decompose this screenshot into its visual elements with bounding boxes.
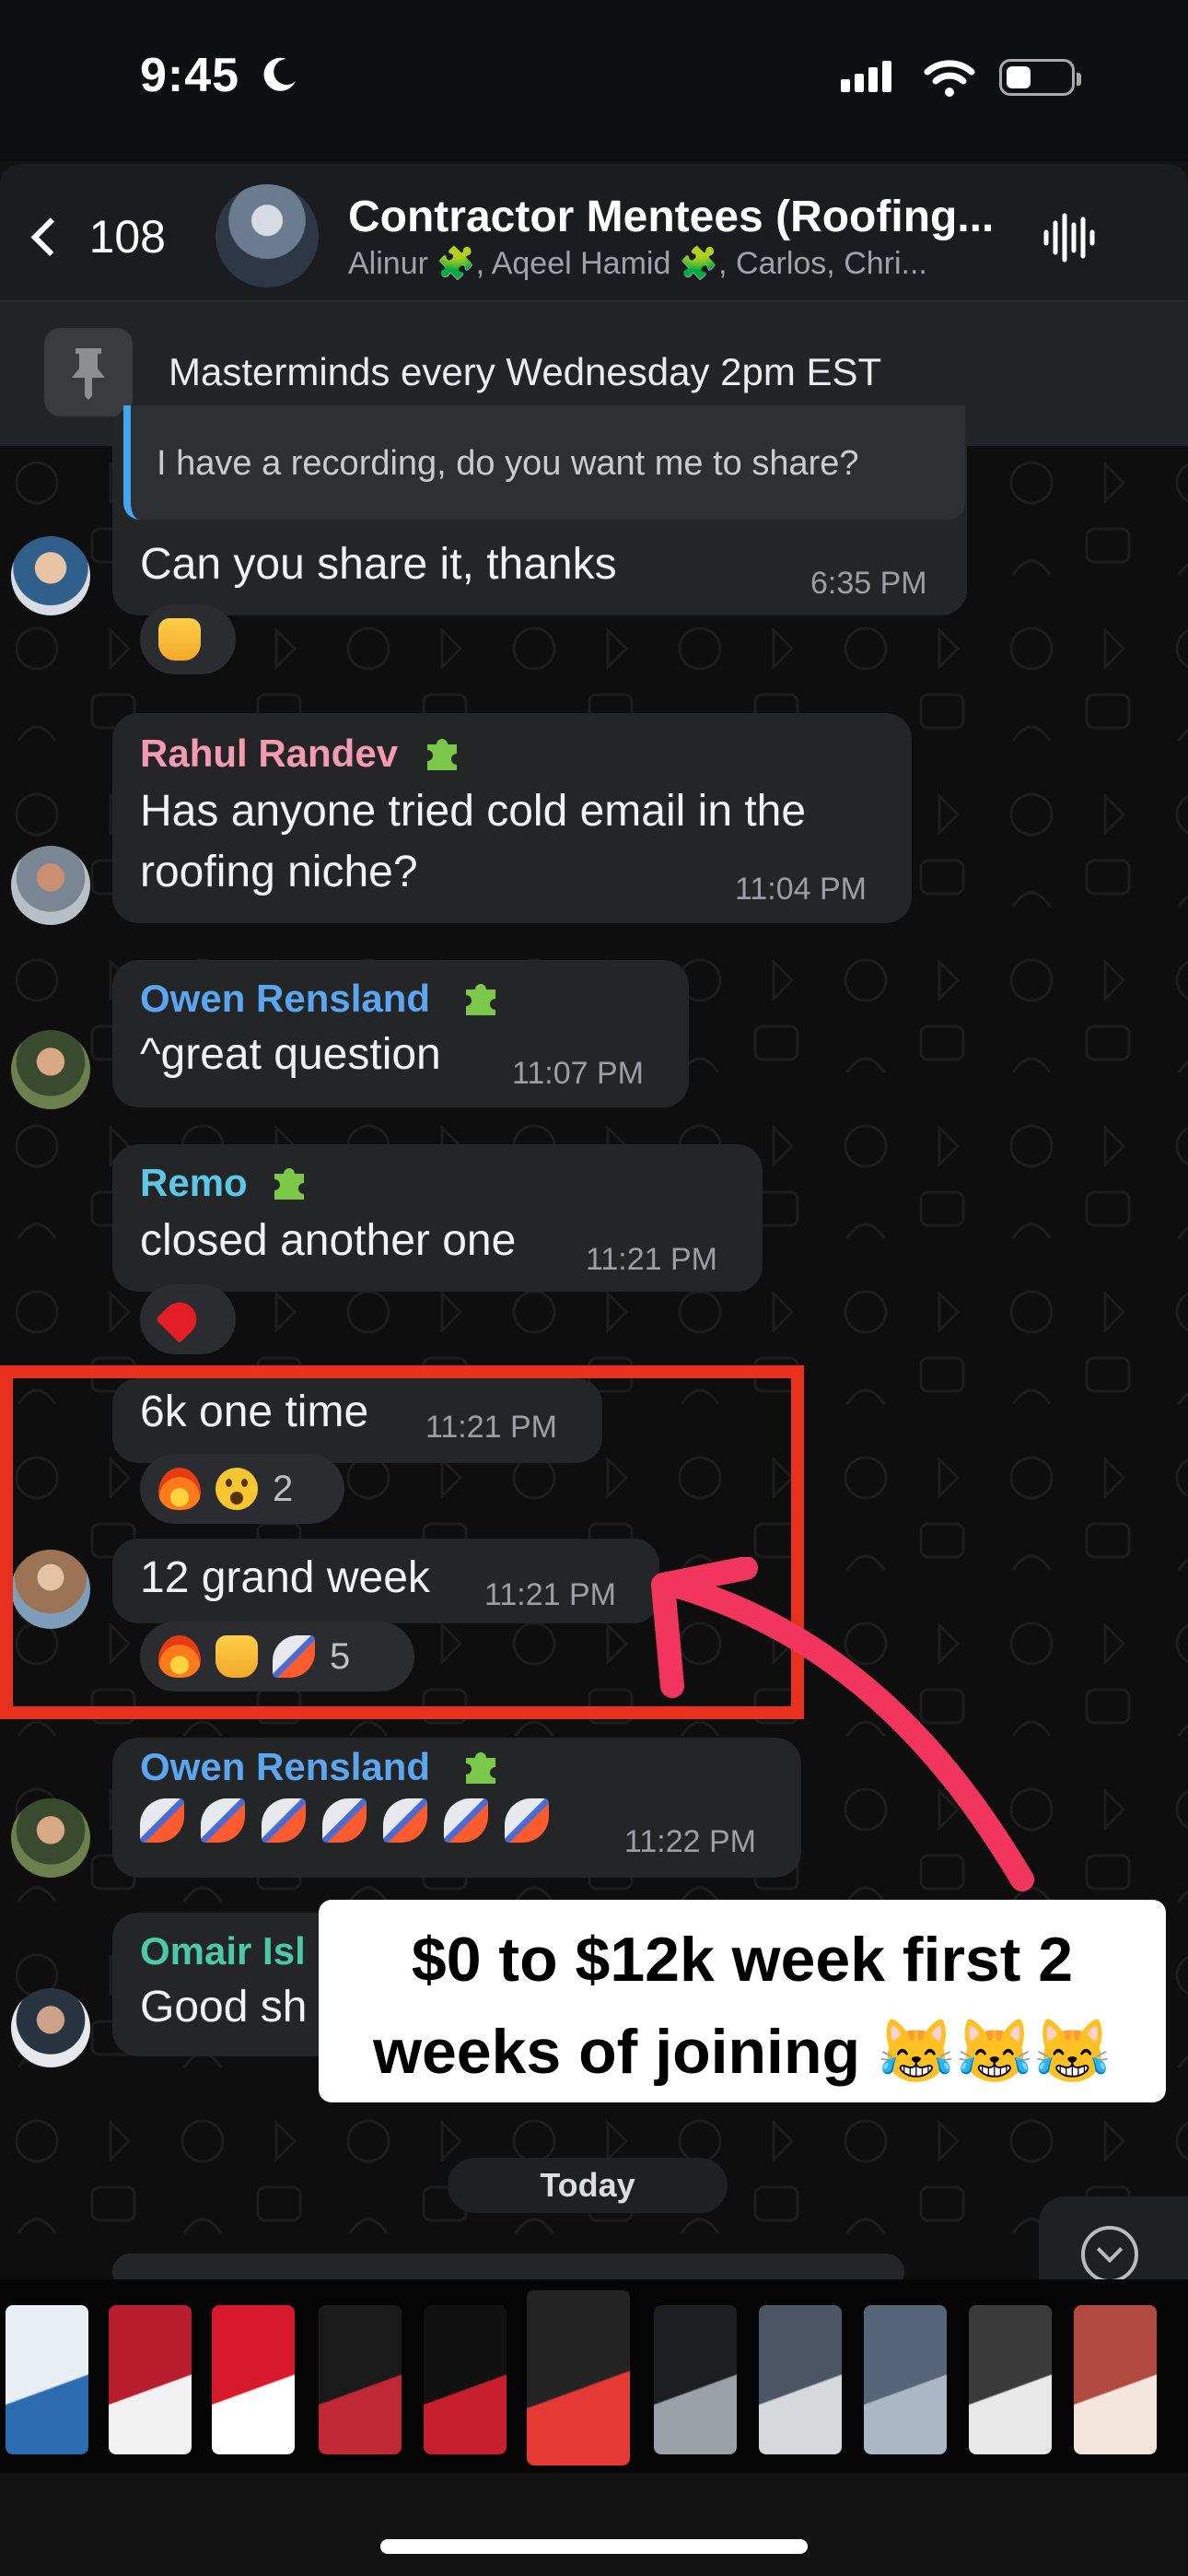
story-thumbnail[interactable]: [1074, 2305, 1157, 2454]
sender-name[interactable]: Rahul Randev: [140, 732, 398, 776]
avatar[interactable]: [11, 846, 90, 925]
puzzle-piece-icon: [427, 739, 457, 770]
avatar[interactable]: [11, 1798, 90, 1878]
message-time: 6:35 PM: [810, 566, 927, 601]
rocket-icon: [140, 1798, 184, 1843]
message-text: ^great question: [140, 1030, 441, 1079]
message-text: roofing niche?: [140, 848, 418, 896]
caption-text: $0 to $12k week first 2 weeks of joining…: [373, 1925, 1112, 2087]
thumbs-up-icon: [158, 618, 201, 661]
message-text: Good sh: [140, 1983, 308, 2032]
group-title[interactable]: Contractor Mentees (Roofing...: [348, 192, 994, 242]
quoted-text: I have a recording, do you want me to sh…: [157, 444, 859, 483]
story-thumbnail[interactable]: [759, 2305, 842, 2454]
rocket-icon: [444, 1798, 488, 1843]
story-thumbnail[interactable]: [527, 2290, 630, 2465]
rocket-icon: [322, 1798, 367, 1843]
message-text: closed another one: [140, 1216, 517, 1265]
unread-count: 108: [88, 211, 166, 263]
heart-icon: [155, 1294, 204, 1344]
message-text: Can you share it, thanks: [140, 540, 617, 589]
message-text: Has anyone tried cold email in the: [140, 787, 807, 836]
rocket-icon: [505, 1798, 549, 1843]
story-thumbnail[interactable]: [864, 2305, 947, 2454]
story-thumbnail[interactable]: [424, 2305, 507, 2454]
pin-icon: [44, 328, 133, 416]
group-avatar[interactable]: [215, 184, 319, 287]
audio-waveform-icon[interactable]: [1041, 210, 1096, 265]
story-thumbnail[interactable]: [969, 2305, 1052, 2454]
annotation-arrow: [651, 1557, 1034, 1891]
story-thumbnail[interactable]: [654, 2305, 737, 2454]
back-button[interactable]: 108: [18, 205, 166, 269]
back-chevron-icon: [30, 217, 69, 256]
sender-name[interactable]: Remo: [140, 1161, 248, 1205]
message-time: 11:04 PM: [735, 872, 868, 907]
story-thumbnail[interactable]: [6, 2305, 88, 2454]
rocket-emoji-row: [140, 1798, 549, 1843]
rocket-icon: [201, 1798, 245, 1843]
moon-icon: [263, 57, 296, 91]
story-thumbnail[interactable]: [319, 2305, 402, 2454]
sender-name[interactable]: Owen Rensland: [140, 977, 430, 1021]
puzzle-piece-icon: [466, 1752, 495, 1784]
rocket-icon: [262, 1798, 306, 1843]
avatar[interactable]: [11, 1988, 90, 2067]
wifi-icon: [924, 60, 975, 97]
sender-name[interactable]: Omair Isl: [140, 1929, 306, 1973]
status-time: 9:45: [140, 49, 240, 102]
story-thumbnail[interactable]: [109, 2305, 192, 2454]
rocket-icon: [383, 1798, 427, 1843]
date-divider: Today: [448, 2158, 728, 2213]
scroll-down-icon: [1081, 2226, 1138, 2283]
reactions-bar[interactable]: [140, 604, 236, 674]
avatar[interactable]: [11, 536, 90, 615]
group-members[interactable]: Alinur 🧩, Aqeel Hamid 🧩, Carlos, Chri...: [348, 245, 927, 282]
message-time: 11:07 PM: [512, 1056, 645, 1091]
avatar[interactable]: [11, 1030, 90, 1109]
puzzle-piece-icon: [466, 984, 495, 1015]
pinned-text: Masterminds every Wednesday 2pm EST: [169, 350, 882, 393]
reactions-bar[interactable]: [140, 1284, 236, 1354]
signal-icon: [841, 61, 896, 92]
home-indicator[interactable]: [380, 2539, 808, 2554]
message-time: 11:21 PM: [586, 1242, 718, 1277]
battery-icon: [999, 59, 1081, 96]
sender-name[interactable]: Owen Rensland: [140, 1745, 430, 1789]
puzzle-piece-icon: [274, 1168, 304, 1200]
story-thumbnail[interactable]: [212, 2305, 295, 2454]
